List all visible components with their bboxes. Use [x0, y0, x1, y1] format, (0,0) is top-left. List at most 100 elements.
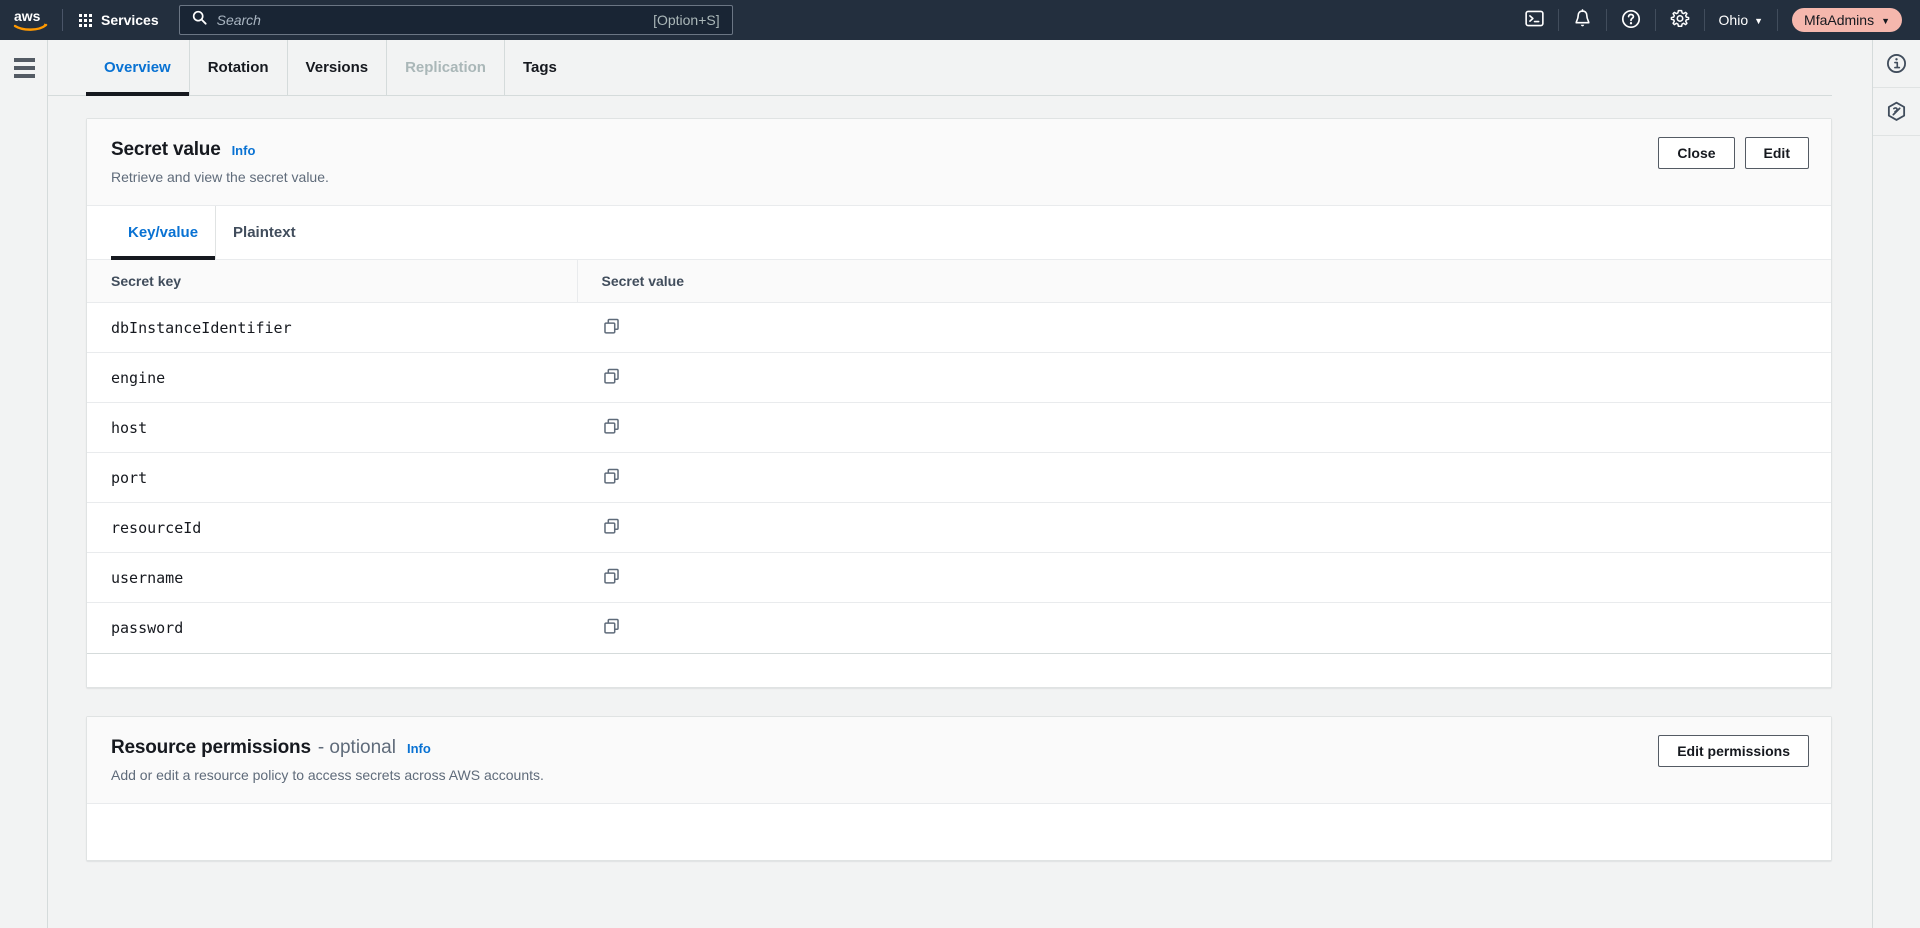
notifications-bell-icon	[1573, 8, 1592, 32]
resource-permissions-actions: Edit permissions	[1658, 734, 1809, 767]
copy-icon[interactable]	[601, 516, 622, 537]
secret-value-cell	[577, 402, 1831, 453]
tab-label: Versions	[305, 59, 369, 76]
resource-permissions-panel: Resource permissions - optional Info Add…	[86, 715, 1832, 861]
cloudshell-button[interactable]	[1511, 0, 1558, 40]
info-link[interactable]: Info	[232, 143, 256, 158]
tab-rotation[interactable]: Rotation	[190, 40, 288, 95]
left-navigation-rail	[0, 40, 48, 928]
tab-overview[interactable]: Overview	[86, 40, 190, 96]
copy-icon[interactable]	[601, 466, 622, 487]
aws-logo[interactable]: aws	[0, 0, 62, 40]
nav-divider	[1777, 9, 1779, 31]
copy-icon[interactable]	[601, 416, 622, 437]
search-bar[interactable]: [Option+S]	[178, 5, 733, 35]
resource-permissions-body	[87, 803, 1831, 860]
hamburger-menu-icon[interactable]	[0, 54, 48, 78]
nav-right-group: Ohio ▼ MfaAdmins ▼	[1511, 0, 1920, 40]
secret-value-title-row: Secret value Info	[111, 139, 1807, 161]
chevron-down-icon: ▼	[1881, 15, 1890, 26]
secret-value-description: Retrieve and view the secret value.	[111, 169, 329, 185]
secret-key-cell: password	[111, 618, 184, 637]
search-shortcut-hint: [Option+S]	[653, 12, 720, 28]
tab-tags[interactable]: Tags	[505, 40, 575, 95]
secret-key-cell: username	[87, 552, 577, 603]
resource-permissions-header: Resource permissions - optional Info Add…	[87, 716, 1831, 804]
subtab-key-value[interactable]: Key/value	[111, 206, 217, 260]
tab-versions[interactable]: Versions	[288, 40, 388, 95]
copy-icon[interactable]	[601, 366, 622, 387]
table-row: resourceId	[87, 502, 1831, 553]
edit-button[interactable]: Edit	[1744, 137, 1809, 169]
secret-value-cell	[577, 352, 1831, 403]
secret-key-value-table: Secret key Secret value dbInstanceIdenti…	[87, 260, 1831, 653]
tab-label: Overview	[104, 59, 171, 76]
shortcut-panel-icon[interactable]	[1873, 88, 1920, 136]
table-row: host	[87, 402, 1831, 453]
copy-icon[interactable]	[601, 616, 622, 637]
secret-value-cell	[577, 502, 1831, 553]
main-content: Overview Rotation Versions Replication T…	[48, 40, 1872, 928]
right-help-rail	[1872, 40, 1920, 928]
copy-icon[interactable]	[601, 316, 622, 337]
subtab-plaintext[interactable]: Plaintext	[216, 206, 313, 259]
detail-tabs: Overview Rotation Versions Replication T…	[48, 40, 1832, 96]
tab-label: Rotation	[207, 59, 269, 76]
tab-label: Replication	[405, 59, 486, 76]
secret-value-cell	[577, 603, 1831, 653]
column-header-secret-key: Secret key	[87, 260, 578, 303]
table-header-row: Secret key Secret value	[87, 260, 1831, 303]
table-body: dbInstanceIdentifier engine host port resour…	[87, 302, 1831, 653]
subtab-label: Key/value	[128, 224, 199, 241]
page-title: Secret value	[111, 139, 221, 160]
secret-value-subtabs: Key/value Plaintext	[87, 206, 1831, 260]
secret-value-actions: Close Edit	[1658, 137, 1809, 169]
resource-permissions-title-row: Resource permissions - optional Info	[111, 737, 1807, 759]
settings-gear-icon	[1670, 9, 1690, 32]
region-label: Ohio	[1718, 12, 1749, 28]
info-link[interactable]: Info	[407, 741, 431, 756]
optional-suffix: - optional	[317, 736, 396, 758]
search-icon	[192, 10, 207, 30]
tab-label: Tags	[522, 59, 557, 76]
table-row: password	[87, 603, 1831, 653]
resource-permissions-description: Add or edit a resource policy to access …	[111, 766, 544, 783]
table-row: engine	[87, 352, 1831, 403]
services-menu-button[interactable]: Services	[63, 0, 173, 40]
info-panel-icon[interactable]	[1873, 40, 1920, 88]
edit-permissions-button[interactable]: Edit permissions	[1658, 734, 1809, 767]
cloudshell-icon	[1524, 9, 1544, 31]
services-label: Services	[101, 12, 159, 28]
table-row: username	[87, 552, 1831, 603]
region-selector[interactable]: Ohio ▼	[1705, 0, 1778, 40]
table-row: dbInstanceIdentifier	[87, 302, 1831, 353]
resource-permissions-title: Resource permissions	[111, 736, 311, 758]
close-button[interactable]: Close	[1658, 137, 1735, 169]
subtab-label: Plaintext	[233, 224, 296, 241]
table-footer	[87, 652, 1831, 687]
global-navigation-bar: aws Services [Option+S]	[0, 0, 1920, 40]
grid-menu-icon	[79, 13, 92, 27]
account-menu-button[interactable]: MfaAdmins ▼	[1792, 8, 1902, 32]
table-head: Secret key Secret value	[87, 260, 1831, 303]
copy-icon[interactable]	[601, 566, 622, 587]
account-label: MfaAdmins	[1804, 12, 1875, 28]
search-input[interactable]	[216, 12, 654, 28]
secret-value-cell	[577, 302, 1831, 353]
secret-value-panel: Secret value Info Retrieve and view the …	[86, 118, 1832, 688]
svg-text:aws: aws	[14, 8, 41, 24]
help-button[interactable]	[1607, 0, 1655, 40]
secret-value-header: Secret value Info Retrieve and view the …	[87, 119, 1831, 206]
secret-value-cell	[577, 452, 1831, 503]
settings-button[interactable]	[1656, 0, 1704, 40]
panels-container: Secret value Info Retrieve and view the …	[48, 96, 1872, 861]
table-row: port	[87, 452, 1831, 503]
app-shell: Overview Rotation Versions Replication T…	[0, 40, 1920, 928]
secret-key-cell: host	[87, 402, 577, 453]
secret-key-cell: resourceId	[87, 502, 577, 553]
tab-replication: Replication	[387, 40, 505, 95]
secret-key-cell: port	[87, 452, 577, 503]
column-header-secret-value: Secret value	[577, 260, 1831, 303]
notifications-button[interactable]	[1559, 0, 1606, 40]
secret-key-cell: engine	[87, 352, 577, 403]
